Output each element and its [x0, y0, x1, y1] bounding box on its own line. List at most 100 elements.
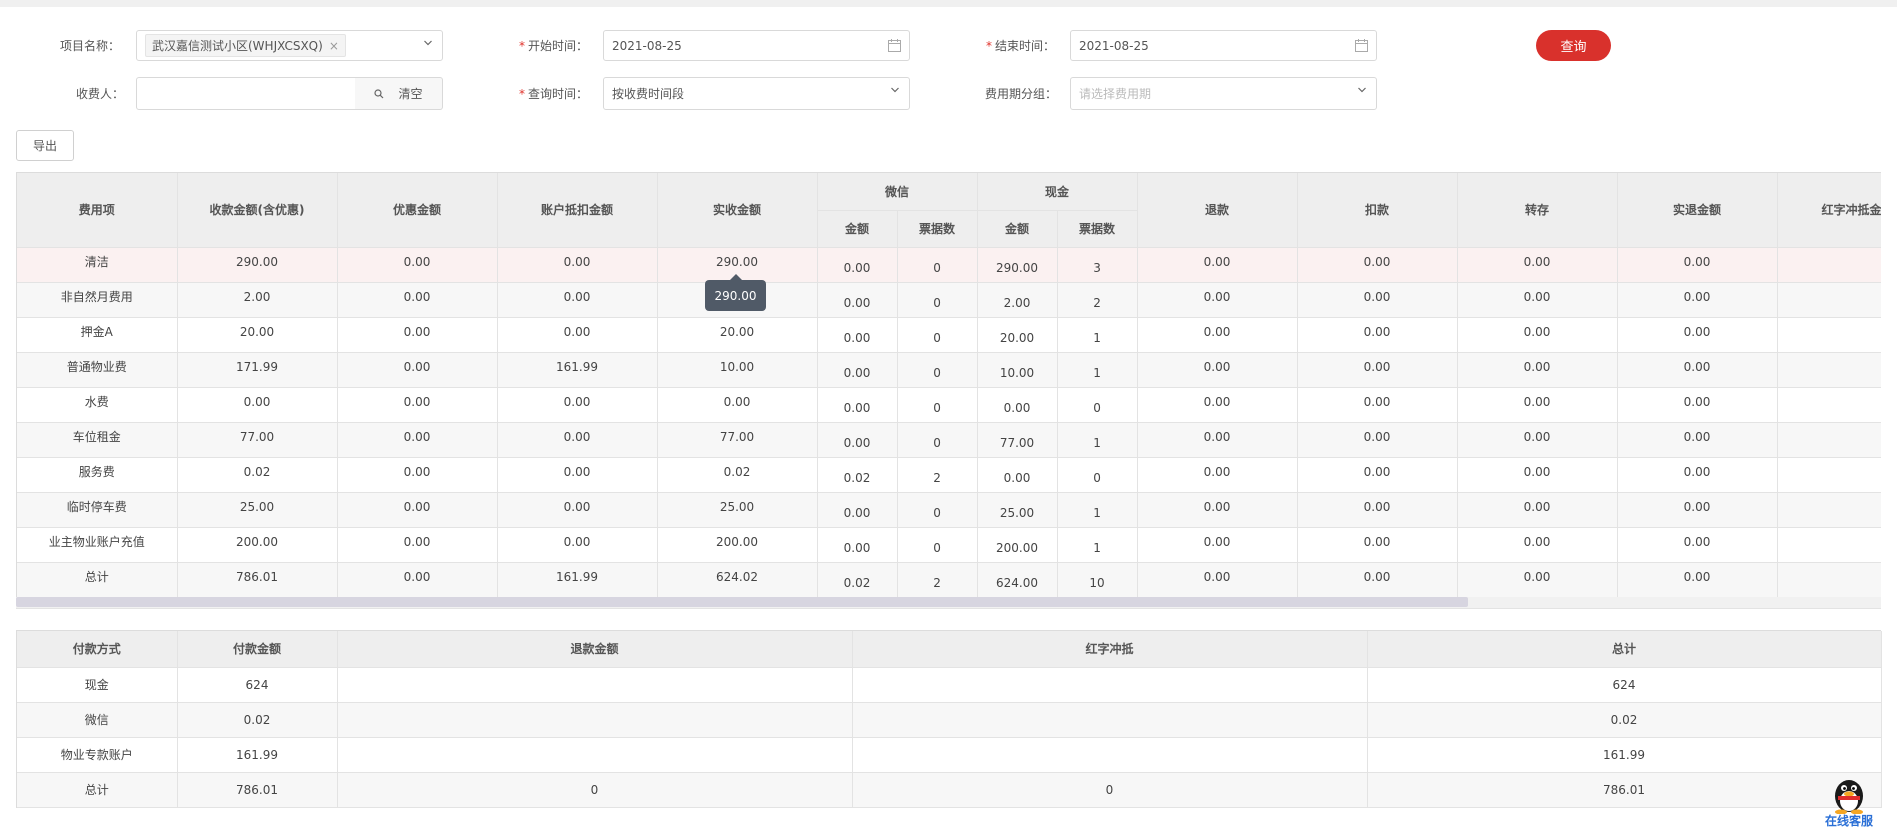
cell-wx_cnt: 2: [897, 457, 978, 493]
tag-close-icon[interactable]: ×: [329, 39, 339, 53]
query-time-label: * 查询时间：: [519, 87, 589, 101]
cell-cash_cnt: 1: [1057, 422, 1138, 458]
cell-item: 水费: [17, 387, 178, 423]
cell-offset: 161.99: [497, 352, 658, 388]
pay-cell: 161.99: [1367, 737, 1882, 773]
table-row: 服务费 0.02 0.00 0.00 0.02 0.02 2 0.00 0 0.00 0.00 0.0…: [17, 457, 1881, 493]
cell-cash_amt: 10.00: [977, 352, 1058, 388]
pay-cell: 微信: [17, 702, 178, 738]
online-service-widget[interactable]: 在线客服: [1818, 774, 1880, 828]
top-bar: [0, 0, 1897, 7]
cell-offset: 161.99: [497, 562, 658, 598]
cell-refund: 0.00: [1137, 352, 1298, 388]
cell-tooltip: 290.00: [705, 274, 766, 311]
pay-row: 物业专款账户 161.99 161.99: [17, 737, 1882, 773]
cell-wx_cnt: 0: [897, 387, 978, 423]
cell-wx_cnt: 0: [897, 422, 978, 458]
cell-act_refund: 0.00: [1617, 422, 1778, 458]
col-discount: 优惠金额: [337, 173, 498, 248]
col-cash-amount: 金额: [977, 210, 1058, 248]
cell-discount: 0.00: [337, 247, 498, 283]
cell-offset: 0.00: [497, 527, 658, 563]
col-wechat-amount: 金额: [817, 210, 898, 248]
end-date-value: 2021-08-25: [1079, 38, 1149, 53]
cell-transfer: 0.00: [1457, 352, 1618, 388]
start-date-input[interactable]: 2021-08-25: [603, 30, 910, 61]
project-label: 项目名称：: [60, 39, 121, 53]
table-row: 清洁 290.00 0.00 0.00 290.00 0.00 0 290.00 3 0.00 0.…: [17, 247, 1881, 283]
cell-act_refund: 0.00: [1617, 492, 1778, 528]
table-row: 非自然月费用 2.00 0.00 0.00 0.00 0 2.00 2 0.00 0.00 0.00…: [17, 282, 1881, 318]
cell-deduct: 0.00: [1297, 492, 1458, 528]
cell-wx_amt: 0.02: [817, 457, 898, 493]
cell-cash_amt: 0.00: [977, 457, 1058, 493]
pay-cell: [337, 737, 853, 773]
pay-cell: [852, 737, 1368, 773]
payee-input[interactable]: [136, 77, 356, 110]
cell-red: 0.00: [1777, 247, 1881, 283]
query-button[interactable]: 查询: [1536, 30, 1611, 61]
cell-actual: 200.00: [657, 527, 818, 563]
cell-wx_amt: 0.00: [817, 387, 898, 423]
cell-transfer: 0.00: [1457, 527, 1618, 563]
end-date-input[interactable]: 2021-08-25: [1070, 30, 1377, 61]
query-time-select[interactable]: 按收费时间段: [603, 77, 910, 110]
cell-item: 押金A: [17, 317, 178, 353]
horizontal-scrollbar[interactable]: [16, 597, 1881, 609]
pay-row: 总计 786.01 0 0 786.01: [17, 772, 1882, 808]
project-select[interactable]: 武汉嘉信测试小区(WHJXCSXQ) ×: [136, 30, 443, 61]
cell-offset: 0.00: [497, 247, 658, 283]
cell-item: 车位租金: [17, 422, 178, 458]
cell-red: 0.00: [1777, 282, 1881, 318]
cell-discount: 0.00: [337, 387, 498, 423]
cell-received: 786.01: [177, 562, 338, 598]
cell-actual: 77.00: [657, 422, 818, 458]
search-icon[interactable]: [374, 88, 384, 99]
cell-transfer: 0.00: [1457, 562, 1618, 598]
col-cash: 现金: [977, 173, 1138, 211]
cell-discount: 0.00: [337, 352, 498, 388]
col-red-offset: 红字冲抵金额: [1777, 173, 1881, 248]
clear-button[interactable]: 清空: [398, 85, 422, 102]
cell-offset: 0.00: [497, 422, 658, 458]
cell-cash_amt: 2.00: [977, 282, 1058, 318]
cell-transfer: 0.00: [1457, 492, 1618, 528]
cell-refund: 0.00: [1137, 457, 1298, 493]
cell-act_refund: 0.00: [1617, 317, 1778, 353]
cell-red: 0.00: [1777, 527, 1881, 563]
col-actual-refund: 实退金额: [1617, 173, 1778, 248]
scrollbar-thumb[interactable]: [16, 597, 1468, 607]
cell-cash_cnt: 1: [1057, 352, 1138, 388]
col-wechat: 微信: [817, 173, 978, 211]
cell-wx_amt: 0.00: [817, 527, 898, 563]
cell-wx_amt: 0.02: [817, 562, 898, 598]
export-button[interactable]: 导出: [16, 130, 74, 161]
cell-wx_cnt: 0: [897, 352, 978, 388]
cell-refund: 0.00: [1137, 527, 1298, 563]
cell-item: 服务费: [17, 457, 178, 493]
cell-refund: 0.00: [1137, 387, 1298, 423]
cell-received: 171.99: [177, 352, 338, 388]
cell-cash_cnt: 2: [1057, 282, 1138, 318]
cell-red: 0.00: [1777, 387, 1881, 423]
cell-deduct: 0.00: [1297, 282, 1458, 318]
pay-cell: [852, 702, 1368, 738]
period-group-select[interactable]: 请选择费用期: [1070, 77, 1377, 110]
cell-item: 普通物业费: [17, 352, 178, 388]
cell-actual: 0.02: [657, 457, 818, 493]
cell-cash_amt: 200.00: [977, 527, 1058, 563]
pay-cell: 786.01: [1367, 772, 1882, 808]
cell-act_refund: 0.00: [1617, 247, 1778, 283]
cell-cash_amt: 290.00: [977, 247, 1058, 283]
cell-wx_cnt: 0: [897, 282, 978, 318]
cell-item: 临时停车费: [17, 492, 178, 528]
pay-col-red-offset: 红字冲抵: [852, 631, 1368, 668]
cell-wx_amt: 0.00: [817, 352, 898, 388]
col-refund: 退款: [1137, 173, 1298, 248]
cell-act_refund: 0.00: [1617, 457, 1778, 493]
table-row: 水费 0.00 0.00 0.00 0.00 0.00 0 0.00 0 0.00 0.00 0.00…: [17, 387, 1881, 423]
col-transfer: 转存: [1457, 173, 1618, 248]
cell-item: 清洁: [17, 247, 178, 283]
pay-cell: 161.99: [177, 737, 338, 773]
cell-wx_cnt: 0: [897, 317, 978, 353]
